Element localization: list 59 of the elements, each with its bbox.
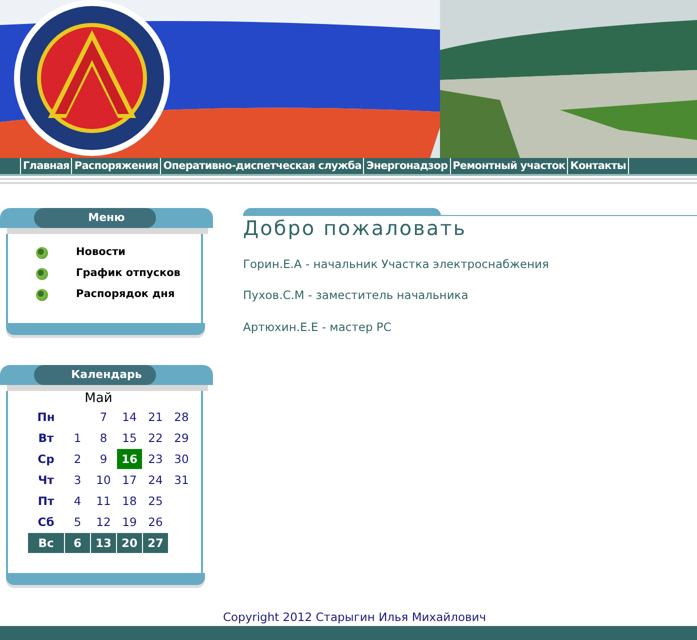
- weekday-label: Вт: [37, 430, 55, 447]
- menu-link[interactable]: Новости: [76, 244, 126, 260]
- weekday-label: Пт: [36, 493, 56, 510]
- calendar-date[interactable]: 3: [65, 470, 90, 490]
- calendar-date[interactable]: 14: [117, 407, 142, 427]
- calendar-date[interactable]: 26: [143, 512, 168, 532]
- calendar-date[interactable]: 28: [169, 407, 194, 427]
- calendar-date[interactable]: 2: [65, 449, 90, 469]
- calendar-date[interactable]: 31: [169, 470, 194, 490]
- weekday-label: Ср: [36, 451, 56, 468]
- calendar-date[interactable]: 27: [143, 533, 168, 553]
- calendar-date[interactable]: 7: [91, 407, 116, 427]
- calendar-date[interactable]: 11: [91, 491, 116, 511]
- nav-link[interactable]: Контакты: [567, 158, 630, 174]
- calendar-date[interactable]: 23: [143, 449, 168, 469]
- calendar-date[interactable]: 17: [117, 470, 142, 490]
- weekday-label: Сб: [36, 514, 56, 531]
- calendar-date[interactable]: 24: [143, 470, 168, 490]
- calendar-date[interactable]: 1: [65, 428, 90, 448]
- bullet-icon: [36, 246, 48, 258]
- calendar-date[interactable]: 6: [65, 533, 90, 553]
- calendar-date[interactable]: 25: [143, 491, 168, 511]
- calendar-date[interactable]: 29: [169, 428, 194, 448]
- menu-link[interactable]: График отпусков: [76, 266, 180, 282]
- nav-link[interactable]: Главная: [20, 158, 72, 174]
- page-heading: Добро пожаловать: [243, 216, 468, 240]
- month-title: Май: [84, 391, 114, 407]
- calendar-date[interactable]: 30: [169, 449, 194, 469]
- nav-link[interactable]: Ремонтный участок: [450, 158, 568, 174]
- calendar-date[interactable]: 22: [143, 428, 168, 448]
- calendar-date[interactable]: 4: [65, 491, 90, 511]
- calendar-date[interactable]: 18: [117, 491, 142, 511]
- calendar-date[interactable]: 8: [91, 428, 116, 448]
- weekday-label: Чт: [37, 472, 55, 489]
- calendar-date[interactable]: 13: [91, 533, 116, 553]
- nav-link[interactable]: Энергонадзор: [363, 158, 450, 174]
- menu-link[interactable]: Распорядок дня: [76, 286, 175, 302]
- calendar-date[interactable]: 20: [117, 533, 142, 553]
- copyright-text: Copyright 2012 Старыгин Илья Михайлович: [222, 610, 486, 624]
- weekday-label: Пн: [36, 409, 56, 426]
- calendar-date[interactable]: 15: [117, 428, 142, 448]
- calendar-date[interactable]: 9: [91, 449, 116, 469]
- nav-link[interactable]: Распоряжения: [71, 158, 160, 174]
- bullet-icon: [36, 268, 48, 280]
- staff-line: Пухов.С.М - заместитель начальника: [243, 287, 470, 304]
- weekday-label: Вс: [28, 533, 64, 553]
- today-date[interactable]: 16: [117, 449, 142, 469]
- staff-line: Горин.Е.А - начальник Участка электроснабжения: [243, 256, 550, 273]
- calendar-date[interactable]: 5: [65, 512, 90, 532]
- calendar-date[interactable]: 10: [91, 470, 116, 490]
- nav-link[interactable]: Оперативно-диспетческая служба: [160, 158, 364, 174]
- calendar-date[interactable]: 19: [117, 512, 142, 532]
- bullet-icon: [36, 288, 48, 300]
- panel-title: Календарь: [70, 367, 143, 383]
- emblem-icon: [14, 0, 170, 156]
- calendar-date[interactable]: 21: [143, 407, 168, 427]
- calendar-date[interactable]: 12: [91, 512, 116, 532]
- staff-line: Артюхин.Е.Е - мастер РС: [243, 318, 392, 336]
- panel-title: Меню: [87, 210, 126, 226]
